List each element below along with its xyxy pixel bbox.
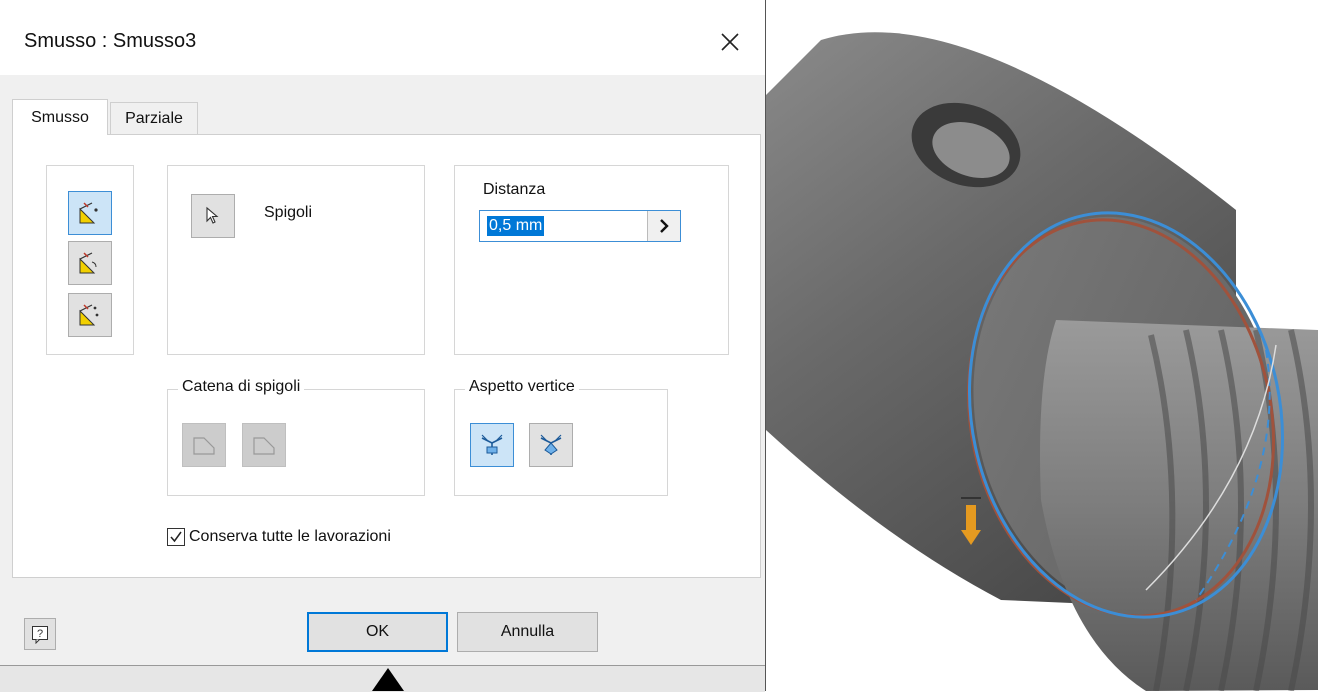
edges-label: Spigoli — [264, 204, 313, 221]
chamfer-dialog: Smusso : Smusso3 Smusso Parziale Spigoli… — [0, 0, 766, 692]
shaft-model — [766, 32, 1318, 691]
mode-distance-angle-button[interactable] — [68, 241, 112, 285]
cancel-button[interactable]: Annulla — [457, 612, 598, 652]
distance-flyout-button[interactable] — [647, 211, 680, 241]
distance-group: Distanza 0,5 mm — [454, 165, 729, 355]
tab-label: Parziale — [125, 109, 183, 127]
chamfer-distance-angle-icon — [79, 252, 97, 274]
help-icon: ? — [32, 626, 48, 644]
edge-chain-single-icon — [253, 437, 275, 455]
corner-no-setback-button[interactable] — [529, 423, 573, 467]
chamfer-distance-icon — [79, 202, 98, 224]
help-button[interactable]: ? — [24, 618, 56, 650]
pointer-arrow-icon — [372, 668, 404, 691]
tab-label: Smusso — [31, 108, 89, 126]
distance-input[interactable]: 0,5 mm — [479, 210, 681, 242]
chamfer-two-distances-icon — [79, 304, 99, 326]
close-icon — [721, 33, 739, 51]
select-edges-button[interactable] — [191, 194, 235, 238]
mode-two-distances-button[interactable] — [68, 293, 112, 337]
chain-all-edges-button[interactable] — [182, 423, 226, 467]
edge-chain-group: Catena di spigoli — [167, 378, 425, 496]
mode-distance-button[interactable] — [68, 191, 112, 235]
tab-panel-smusso: Spigoli Distanza 0,5 mm Catena di spigol… — [12, 134, 761, 578]
chain-single-edge-button[interactable] — [242, 423, 286, 467]
checkmark-icon — [170, 531, 182, 543]
close-button[interactable] — [708, 20, 752, 64]
title-bar: Smusso : Smusso3 — [0, 0, 765, 75]
edge-chain-label: Catena di spigoli — [178, 378, 305, 396]
corner-style-label: Aspetto vertice — [465, 378, 579, 396]
ok-button[interactable]: OK — [307, 612, 448, 652]
distance-label: Distanza — [483, 181, 546, 198]
model-viewport[interactable] — [766, 0, 1318, 691]
corner-style-group: Aspetto vertice — [454, 378, 668, 496]
distance-value: 0,5 mm — [487, 216, 545, 236]
chevron-right-icon — [660, 219, 669, 233]
tab-parziale[interactable]: Parziale — [110, 102, 198, 134]
preserve-features-row[interactable]: Conserva tutte le lavorazioni — [167, 525, 391, 549]
corner-no-setback-icon — [540, 434, 562, 455]
edges-group: Spigoli — [167, 165, 425, 355]
preserve-features-label: Conserva tutte le lavorazioni — [189, 528, 391, 545]
tab-smusso[interactable]: Smusso — [12, 99, 108, 135]
preserve-features-checkbox[interactable] — [167, 528, 185, 546]
corner-setback-icon — [481, 434, 503, 455]
chamfer-mode-group — [46, 165, 134, 355]
corner-setback-button[interactable] — [470, 423, 514, 467]
help-glyph: ? — [37, 628, 43, 640]
edge-chain-all-icon — [193, 437, 215, 455]
dialog-title: Smusso : Smusso3 — [24, 30, 197, 52]
cursor-arrow-icon — [206, 206, 219, 224]
